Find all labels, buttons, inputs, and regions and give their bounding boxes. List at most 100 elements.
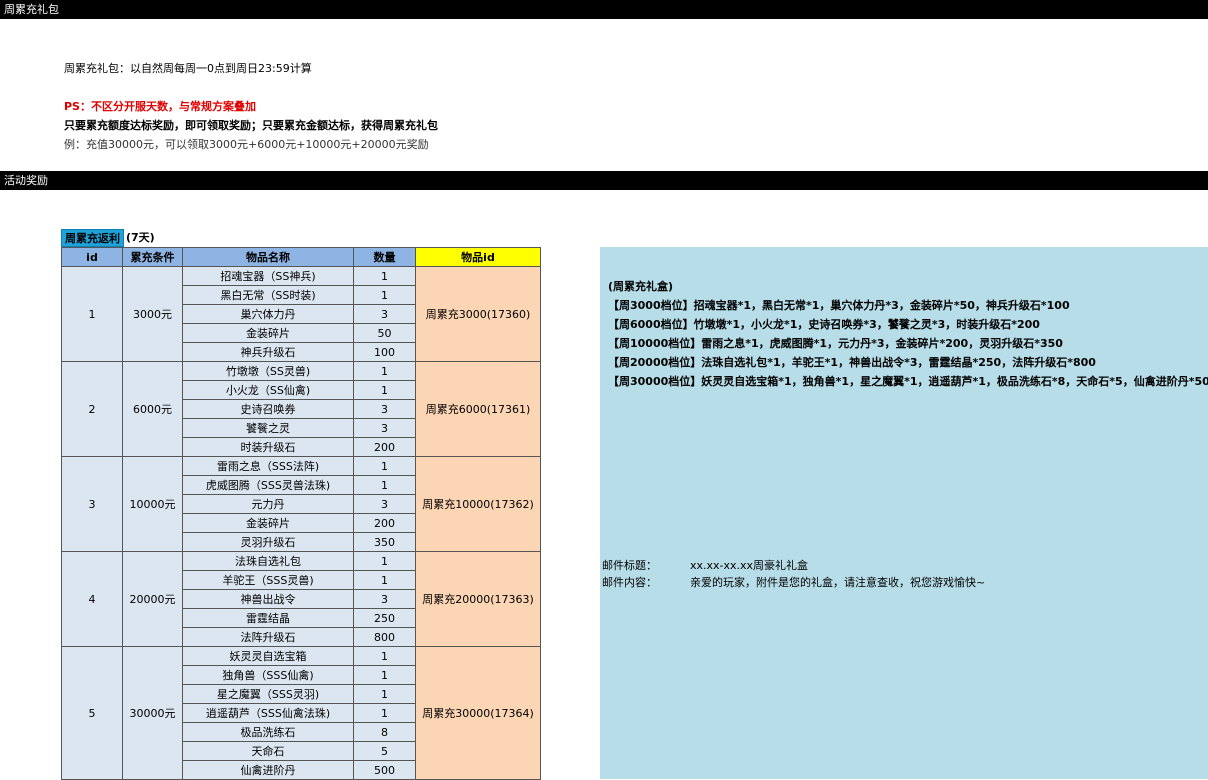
cell-quantity: 200: [353, 513, 416, 533]
cell-quantity: 50: [353, 323, 416, 343]
cell-item-name: 独角兽（SSS仙禽): [182, 665, 354, 685]
cell-quantity: 1: [353, 703, 416, 723]
cell-quantity: 100: [353, 342, 416, 362]
mail-content-label: 邮件内容：: [602, 576, 657, 589]
cell-condition: 20000元: [122, 551, 183, 647]
cell-item-name: 法珠自选礼包: [182, 551, 354, 571]
weekly-rebate-tag: 周累充返利: [61, 229, 124, 247]
table-row: 4 20000元 法珠自选礼包 1 周累充20000(17363): [61, 551, 541, 647]
cell-quantity: 250: [353, 608, 416, 628]
cell-item-name: 天命石: [182, 741, 354, 761]
cell-item-name: 饕餮之灵: [182, 418, 354, 438]
cell-quantity: 3: [353, 494, 416, 514]
cell-condition: 6000元: [122, 361, 183, 457]
cell-item-id: 周累充20000(17363): [415, 551, 541, 647]
cell-quantity: 1: [353, 475, 416, 495]
cell-item-name: 小火龙（SS仙禽): [182, 380, 354, 400]
cell-id: 1: [61, 266, 123, 362]
cell-item-name: 巢穴体力丹: [182, 304, 354, 324]
header-quantity: 数量: [353, 247, 416, 267]
cell-quantity: 200: [353, 437, 416, 457]
table-row: 2 6000元 竹墩墩（SS灵兽) 1 周累充6000(17361): [61, 361, 541, 457]
cell-item-name: 法阵升级石: [182, 627, 354, 647]
cell-item-name: 羊驼王（SSS灵兽): [182, 570, 354, 590]
cell-quantity: 350: [353, 532, 416, 552]
panel-tier-10000: 【周10000档位】雷雨之息*1，虎威图腾*1，元力丹*3，金装碎片*200，灵…: [608, 337, 1063, 350]
cell-item-name: 金装碎片: [182, 513, 354, 533]
cell-id: 3: [61, 456, 123, 552]
header-item-id: 物品id: [415, 247, 541, 267]
cell-item-name: 雷雨之息（SSS法阵): [182, 456, 354, 476]
gift-box-panel: (周累充礼盒) 【周3000档位】招魂宝器*1，黑白无常*1，巢穴体力丹*3，金…: [600, 247, 1208, 779]
cell-quantity: 1: [353, 456, 416, 476]
panel-title: (周累充礼盒): [608, 280, 674, 293]
section-header-rewards: 活动奖励: [0, 171, 1208, 190]
cell-item-id: 周累充6000(17361): [415, 361, 541, 457]
cell-quantity: 500: [353, 760, 416, 780]
cell-quantity: 1: [353, 646, 416, 666]
mail-title-label: 邮件标题：: [602, 559, 657, 572]
cell-quantity: 1: [353, 361, 416, 381]
cell-quantity: 5: [353, 741, 416, 761]
cell-item-id: 周累充10000(17362): [415, 456, 541, 552]
cell-item-name: 妖灵灵自选宝箱: [182, 646, 354, 666]
cell-item-name: 黑白无常（SS时装): [182, 285, 354, 305]
reward-table: id 累充条件 物品名称 数量 物品id 1 3000元 招魂宝器（SS神兵) 1 周累…: [61, 247, 541, 780]
pack-description: 周累充礼包：以自然周每周一0点到周日23:59计算: [64, 62, 312, 75]
header-condition: 累充条件: [122, 247, 183, 267]
cell-item-name: 竹墩墩（SS灵兽): [182, 361, 354, 381]
cell-id: 4: [61, 551, 123, 647]
mail-title-value: xx.xx-xx.xx周豪礼礼盒: [690, 559, 809, 572]
cell-item-name: 星之魔翼（SSS灵羽): [182, 684, 354, 704]
cell-id: 5: [61, 646, 123, 780]
cell-item-id: 周累充3000(17360): [415, 266, 541, 362]
mail-content-row: 邮件内容： 亲爱的玩家，附件是您的礼盒，请注意查收，祝您游戏愉快~: [602, 574, 985, 590]
cell-item-name: 金装碎片: [182, 323, 354, 343]
cell-quantity: 1: [353, 551, 416, 571]
cell-id: 2: [61, 361, 123, 457]
cell-quantity: 800: [353, 627, 416, 647]
cell-item-name: 神兽出战令: [182, 589, 354, 609]
cell-quantity: 1: [353, 380, 416, 400]
cell-item-id: 周累充30000(17364): [415, 646, 541, 780]
rule-note: 只要累充额度达标奖励，即可领取奖励；只要累充金额达标，获得周累充礼包: [64, 119, 438, 132]
header-id: id: [61, 247, 123, 267]
panel-tier-20000: 【周20000档位】法珠自选礼包*1，羊驼王*1，神兽出战令*3，雷霆结晶*25…: [608, 356, 1096, 369]
cell-quantity: 1: [353, 665, 416, 685]
cell-item-name: 元力丹: [182, 494, 354, 514]
section-header-weekly-pack: 周累充礼包: [0, 0, 1208, 19]
cell-condition: 10000元: [122, 456, 183, 552]
cell-condition: 30000元: [122, 646, 183, 780]
cell-item-name: 雷霆结晶: [182, 608, 354, 628]
ps-note: PS：不区分开服天数，与常规方案叠加: [64, 100, 256, 113]
cell-quantity: 8: [353, 722, 416, 742]
cell-quantity: 3: [353, 589, 416, 609]
cell-condition: 3000元: [122, 266, 183, 362]
cell-item-name: 虎威图腾（SSS灵兽法珠): [182, 475, 354, 495]
cell-item-name: 极品洗练石: [182, 722, 354, 742]
table-row: 1 3000元 招魂宝器（SS神兵) 1 周累充3000(17360): [61, 266, 541, 362]
example-note: 例：充值30000元，可以领取3000元+6000元+10000元+20000元…: [64, 138, 429, 151]
cell-quantity: 1: [353, 285, 416, 305]
table-header-row: id 累充条件 物品名称 数量 物品id: [61, 247, 541, 267]
cell-quantity: 1: [353, 266, 416, 286]
cell-quantity: 3: [353, 399, 416, 419]
mail-content-value: 亲爱的玩家，附件是您的礼盒，请注意查收，祝您游戏愉快~: [690, 576, 986, 589]
cell-item-name: 时装升级石: [182, 437, 354, 457]
cell-quantity: 3: [353, 418, 416, 438]
cell-quantity: 1: [353, 570, 416, 590]
cell-item-name: 仙禽进阶丹: [182, 760, 354, 780]
table-row: 5 30000元 妖灵灵自选宝箱 1 周累充30000(17364): [61, 646, 541, 780]
header-item-name: 物品名称: [182, 247, 354, 267]
duration-label: (7天): [126, 231, 155, 244]
panel-tier-3000: 【周3000档位】招魂宝器*1，黑白无常*1，巢穴体力丹*3，金装碎片*50，神…: [608, 299, 1070, 312]
table-row: 3 10000元 雷雨之息（SSS法阵) 1 周累充10000(17362): [61, 456, 541, 552]
cell-item-name: 逍遥葫芦（SSS仙禽法珠): [182, 703, 354, 723]
cell-item-name: 灵羽升级石: [182, 532, 354, 552]
mail-title-row: 邮件标题： xx.xx-xx.xx周豪礼礼盒: [602, 557, 808, 573]
cell-item-name: 招魂宝器（SS神兵): [182, 266, 354, 286]
panel-tier-30000: 【周30000档位】妖灵灵自选宝箱*1，独角兽*1，星之魔翼*1，逍遥葫芦*1，…: [608, 375, 1208, 388]
cell-quantity: 1: [353, 684, 416, 704]
panel-tier-6000: 【周6000档位】竹墩墩*1，小火龙*1，史诗召唤券*3，饕餮之灵*3，时装升级…: [608, 318, 1040, 331]
cell-item-name: 神兵升级石: [182, 342, 354, 362]
